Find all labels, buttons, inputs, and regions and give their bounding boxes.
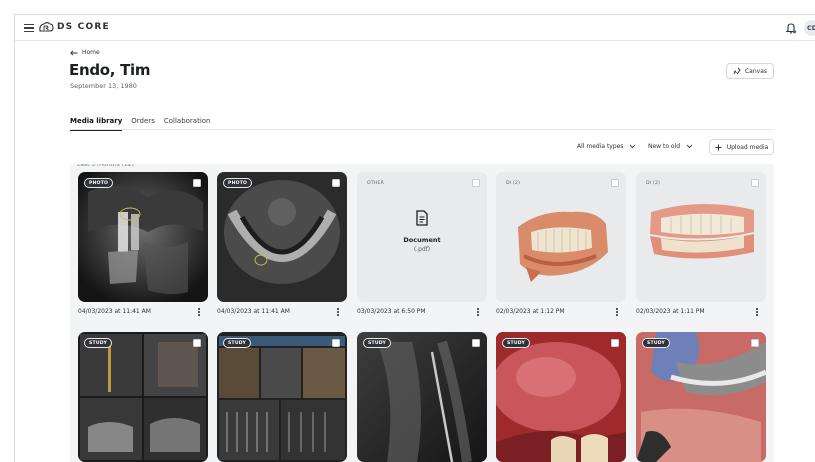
select-checkbox[interactable] [332,339,340,347]
upload-media-button[interactable]: Upload media [709,139,774,155]
select-checkbox[interactable] [193,179,201,187]
media-type-badge: STUDY [363,338,391,348]
top-bar: DS CORE CD [15,15,815,41]
media-thumbnail-study[interactable]: STUDY [78,332,208,462]
select-checkbox[interactable] [193,339,201,347]
cbct-image [80,334,206,460]
media-thumbnail-study[interactable]: STUDY [217,332,347,462]
select-checkbox[interactable] [751,339,759,347]
more-vertical-icon[interactable] [195,306,203,318]
media-type-filter-label: All media types [577,143,624,150]
document-placeholder: Document (.pdf) [357,210,487,253]
select-checkbox[interactable] [611,339,619,347]
document-title: Document [403,236,441,244]
media-type-filter[interactable]: All media types [577,143,636,150]
select-checkbox[interactable] [472,339,480,347]
media-date: 03/03/2023 at 6:50 PM [357,308,426,315]
app-window: DS CORE CD Home Endo, Tim September 13, … [14,14,815,462]
canvas-icon [733,67,741,75]
cbct-image [219,336,345,460]
media-type-badge: STUDY [223,338,251,348]
media-thumbnail-study[interactable]: STUDY [496,332,626,462]
gallery-section-label: Last 3 months (12) [77,164,134,168]
select-checkbox[interactable] [611,179,619,187]
more-vertical-icon[interactable] [613,306,621,318]
document-icon [416,210,428,226]
back-link-label: Home [82,49,100,56]
plus-icon [715,144,722,150]
canvas-button-label: Canvas [744,67,768,75]
intraoral-photo-image [496,332,626,462]
more-vertical-icon[interactable] [474,306,482,318]
media-date: 02/03/2023 at 1:12 PM [496,308,565,315]
scan-model-image [650,203,754,259]
select-checkbox[interactable] [751,179,759,187]
media-type-badge: STUDY [84,338,112,348]
bell-icon[interactable] [785,22,797,34]
patient-dob: September 13, 1980 [70,82,137,90]
media-date: 04/03/2023 at 11:41 AM [217,308,290,315]
media-thumbnail-study[interactable]: STUDY [636,332,766,462]
media-type-badge: PHOTO [84,178,114,188]
arrow-left-icon [70,49,78,56]
chevron-down-icon [630,144,636,149]
media-type-badge: PHOTO [223,178,253,188]
xray-image [217,172,347,302]
ds-core-logo-icon[interactable] [38,21,54,35]
upload-media-label: Upload media [726,143,769,151]
media-thumbnail-xray[interactable]: PHOTO [217,172,347,302]
media-thumbnail-3d-scan[interactable]: DI (2) [496,172,626,302]
brand-name: DS CORE [57,22,110,32]
intraoral-photo-gloved-image [636,332,766,462]
chevron-down-icon [686,144,693,149]
page-title: Endo, Tim [69,61,151,79]
more-vertical-icon[interactable] [753,306,761,318]
media-thumbnail-document[interactable]: OTHER Document (.pdf) [357,172,487,302]
media-type-badge: DI (2) [646,180,661,186]
media-gallery: Last 3 months (12) PHOTO 04/03/2023 at 1… [70,164,774,462]
media-date: 02/03/2023 at 1:11 PM [636,308,705,315]
select-checkbox[interactable] [332,179,340,187]
sort-order-label: New to old [648,143,681,150]
media-date: 04/03/2023 at 11:41 AM [78,308,151,315]
avatar[interactable]: CD [804,20,815,36]
media-thumbnail-xray[interactable]: PHOTO [78,172,208,302]
hamburger-icon[interactable] [24,22,34,34]
media-type-badge: OTHER [367,180,384,186]
document-extension: (.pdf) [413,246,431,253]
select-checkbox[interactable] [472,179,480,187]
sort-order-select[interactable]: New to old [648,143,693,150]
back-link[interactable]: Home [70,49,100,56]
periapical-xray-image [357,332,487,462]
scan-model-image [518,211,608,282]
media-type-badge: STUDY [502,338,530,348]
media-type-badge: STUDY [642,338,670,348]
xray-image [78,172,208,302]
media-thumbnail-3d-scan[interactable]: DI (2) [636,172,766,302]
media-type-badge: DI (2) [506,180,521,186]
more-vertical-icon[interactable] [334,306,342,318]
media-thumbnail-study[interactable]: STUDY [357,332,487,462]
tabs-divider [70,129,774,130]
canvas-button[interactable]: Canvas [726,63,774,79]
